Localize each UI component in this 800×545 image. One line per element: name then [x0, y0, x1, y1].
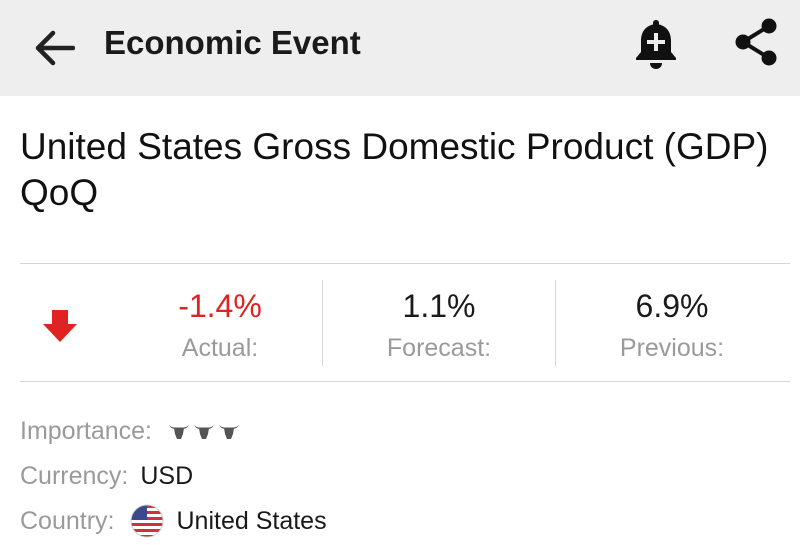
country-label: Country: [20, 506, 115, 535]
actual-value: -1.4% [178, 288, 262, 324]
actual-label: Actual: [181, 334, 259, 362]
stat-separator [322, 280, 323, 366]
country-row: Country: United States [20, 504, 327, 538]
divider-bottom [20, 381, 790, 382]
bull-icon [169, 424, 190, 439]
previous-value: 6.9% [635, 288, 709, 324]
forecast-label: Forecast: [386, 334, 492, 362]
currency-value: USD [140, 461, 194, 490]
bull-icon [219, 424, 240, 439]
importance-rating [168, 422, 240, 440]
arrow-left-icon [35, 30, 75, 66]
share-button[interactable] [728, 14, 784, 70]
stat-separator [555, 280, 556, 366]
back-button[interactable] [28, 22, 80, 74]
importance-label: Importance: [20, 416, 153, 445]
divider-top [20, 263, 790, 264]
importance-row: Importance: [20, 414, 240, 448]
app-bar: Economic Event [0, 0, 800, 96]
actual-stat: -1.4% Actual: [120, 266, 320, 380]
forecast-value: 1.1% [402, 288, 476, 324]
previous-stat: 6.9% Previous: [557, 266, 787, 380]
country-value: United States [176, 506, 327, 535]
forecast-stat: 1.1% Forecast: [324, 266, 554, 380]
previous-label: Previous: [619, 334, 725, 362]
page-title: Economic Event [104, 24, 361, 61]
bell-add-icon [636, 20, 676, 69]
bull-icon [194, 424, 215, 439]
event-stats: -1.4% Actual: 1.1% Forecast: 6.9% Previo… [0, 266, 800, 380]
event-title: United States Gross Domestic Product (GD… [20, 126, 769, 213]
arrow-down-icon [43, 310, 77, 342]
add-alert-button[interactable] [628, 14, 684, 72]
us-flag-icon [130, 504, 164, 538]
currency-row: Currency: USD [20, 459, 193, 493]
share-icon [735, 18, 777, 66]
currency-label: Currency: [20, 461, 129, 490]
